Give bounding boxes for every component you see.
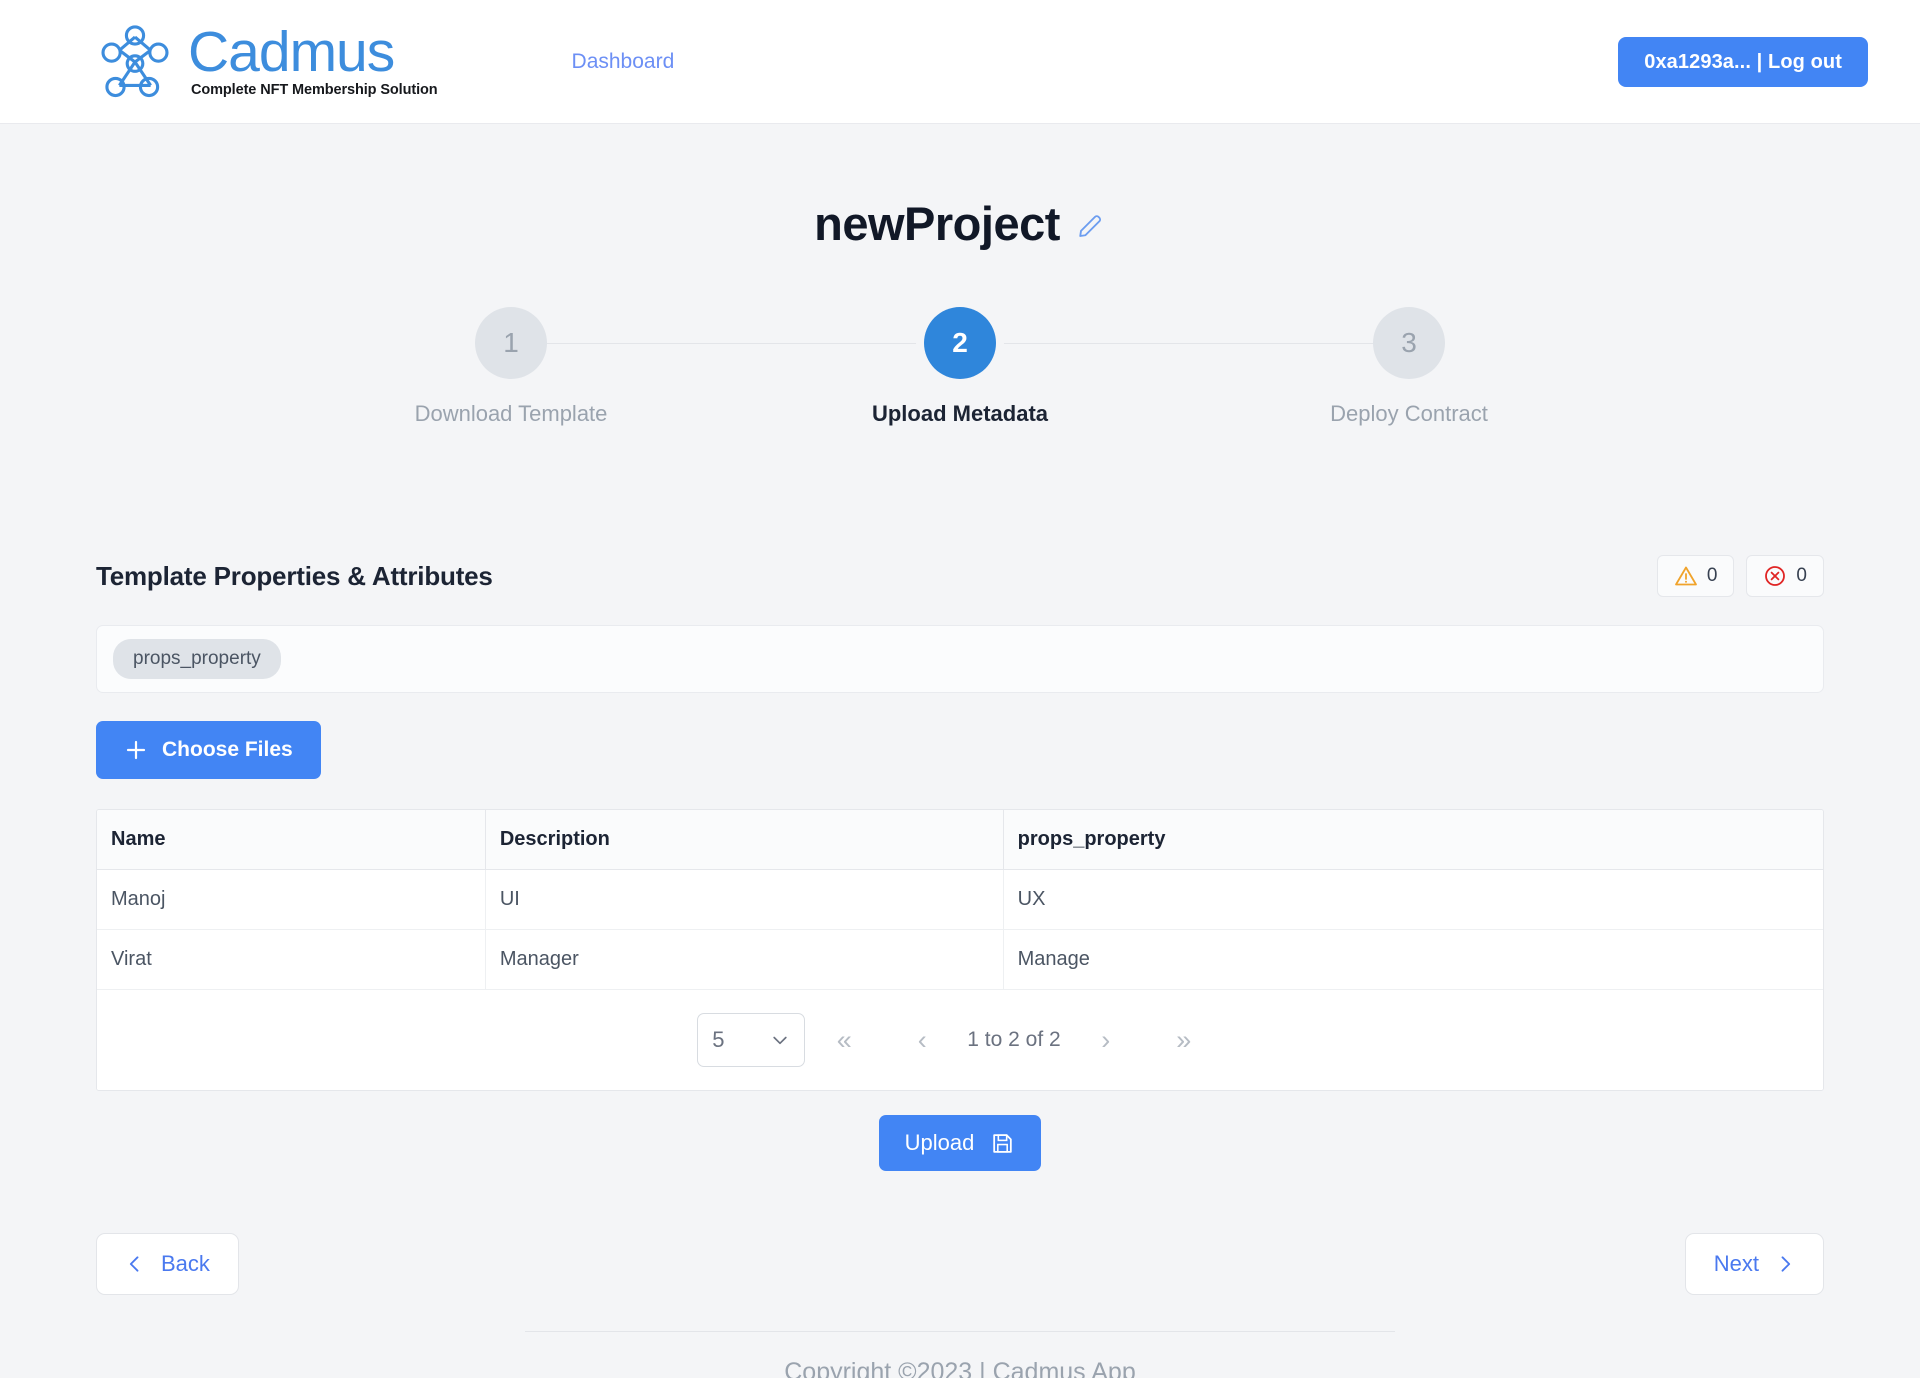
nav-link-dashboard[interactable]: Dashboard [572,50,675,74]
step-upload-metadata[interactable]: 2 Upload Metadata [835,307,1085,427]
brand-tagline: Complete NFT Membership Solution [191,82,438,99]
table-row[interactable]: Manoj UI UX [97,869,1823,930]
first-page-button[interactable]: « [805,1026,883,1054]
metadata-table: Name Description props_property Manoj UI… [97,810,1823,990]
plus-icon [126,740,146,760]
step-number: 3 [1373,307,1445,379]
choose-files-button[interactable]: Choose Files [96,721,321,779]
column-header-description[interactable]: Description [485,810,1004,870]
column-header-props-property[interactable]: props_property [1003,810,1823,870]
page-content: newProject 1 Download Template 2 Upload … [0,196,1920,1378]
error-count: 0 [1796,565,1807,586]
metadata-table-container: Name Description props_property Manoj UI… [96,809,1824,1091]
next-page-button[interactable]: › [1067,1026,1145,1054]
step-label: Download Template [414,401,608,426]
pencil-edit-icon[interactable] [1076,209,1106,239]
status-badges: 0 0 [1656,555,1824,597]
step-label: Deploy Contract [1330,401,1488,426]
warning-count: 0 [1706,565,1718,586]
cell-name: Virat [97,929,486,990]
step-number: 2 [924,307,996,379]
progress-stepper: 1 Download Template 2 Upload Metadata 3 … [96,307,1824,427]
step-label: Upload Metadata [871,401,1049,426]
upload-row: Upload [96,1115,1824,1171]
project-title-row: newProject [96,196,1824,251]
warning-badge[interactable]: 0 [1656,555,1735,597]
upload-button[interactable]: Upload [878,1115,1042,1171]
column-header-name[interactable]: Name [97,810,486,870]
step-number: 1 [475,307,547,379]
back-label: Back [161,1251,210,1276]
page-size-select[interactable]: 5 [697,1013,806,1067]
save-floppy-icon [993,1133,1013,1153]
back-button[interactable]: Back [96,1233,239,1295]
pagination-info: 1 to 2 of 2 [967,1028,1061,1051]
chevron-right-icon [1781,1256,1791,1272]
cell-props-property: Manage [1003,929,1823,990]
wizard-nav-row: Back Next [96,1233,1824,1295]
property-chip[interactable]: props_property [113,639,281,679]
brand-logo[interactable]: Cadmus Complete NFT Membership Solution [96,23,438,101]
chevron-down-icon [773,1036,787,1045]
page-title: newProject [814,197,1060,250]
cell-props-property: UX [1003,869,1823,930]
cell-name: Manoj [97,869,486,930]
error-circle-x-icon [1765,566,1786,586]
table-header-row: Name Description props_property [97,810,1823,870]
warning-triangle-icon [1674,566,1697,586]
app-header: Cadmus Complete NFT Membership Solution … [0,0,1920,124]
step-download-template[interactable]: 1 Download Template [386,307,636,427]
wallet-logout-button[interactable]: 0xa1293a... | Log out [1618,37,1868,87]
table-pagination: 5 « ‹ 1 to 2 of 2 › » [97,990,1823,1090]
choose-files-label: Choose Files [162,738,293,761]
table-header: Name Description props_property [97,810,1823,870]
prev-page-button[interactable]: ‹ [883,1026,961,1054]
network-nodes-icon [101,24,169,97]
cell-description: UI [485,869,1004,930]
next-button[interactable]: Next [1684,1233,1824,1295]
copyright-text: Copyright ©2023 | Cadmus App [784,1358,1136,1378]
properties-chip-container: props_property [96,625,1824,693]
table-row[interactable]: Virat Manager Manage [97,929,1823,990]
section-header: Template Properties & Attributes 0 0 [96,555,1824,597]
last-page-button[interactable]: » [1145,1026,1223,1054]
section-title: Template Properties & Attributes [96,560,493,591]
next-label: Next [1713,1251,1759,1276]
page-footer: Copyright ©2023 | Cadmus App [525,1331,1395,1378]
upload-label: Upload [904,1130,975,1155]
brand-name: Cadmus [188,19,395,84]
table-body: Manoj UI UX Virat Manager Manage [97,869,1823,990]
chevron-left-icon [129,1256,139,1272]
page-size-value: 5 [712,1027,725,1052]
cell-description: Manager [485,929,1004,990]
step-deploy-contract[interactable]: 3 Deploy Contract [1284,307,1534,427]
error-badge[interactable]: 0 [1746,555,1824,597]
